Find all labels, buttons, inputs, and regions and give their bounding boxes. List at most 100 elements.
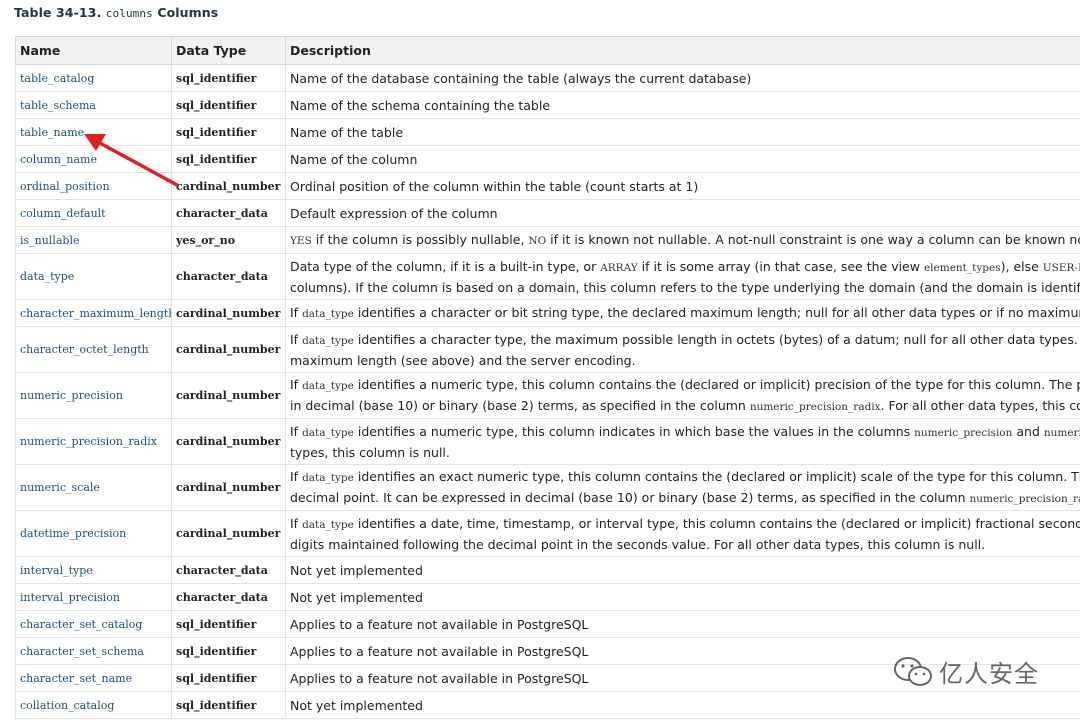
inline-code: NO — [528, 234, 547, 247]
description-cell: If data_type identifies an exact numeric… — [285, 464, 1080, 511]
description-text: columns). If the column is based on a do… — [290, 279, 1080, 295]
inline-code: numeric_ — [1043, 426, 1080, 439]
data-type-cell: sql_identifier — [171, 637, 286, 665]
column-name-cell: interval_type — [15, 556, 172, 584]
description-text: identifies a character type, the maximum… — [353, 331, 1080, 347]
column-name-cell: interval_precision — [15, 583, 172, 611]
table-row: table_schema sql_identifier Name of the sc… — [15, 91, 1080, 119]
caption-prefix: Table 34-13. — [14, 5, 102, 20]
description-line: If data_type identifies an exact numeric… — [290, 467, 1080, 488]
description-cell: If data_type identifies a numeric type, … — [285, 418, 1080, 465]
description-line: If data_type identifies a numeric type, … — [290, 375, 1080, 396]
description-line: If data_type identifies a character type… — [290, 330, 1080, 351]
table-row: character_maximum_length cardinal_number I… — [15, 299, 1080, 327]
table-row: table_catalog sql_identifier Name of the d… — [15, 64, 1080, 92]
data-type-cell: sql_identifier — [171, 664, 286, 692]
description-text: Applies to a feature not available in Po… — [290, 670, 589, 686]
inline-code: numeric_precision — [914, 426, 1013, 439]
description-text: If — [290, 468, 303, 484]
inline-code: data_type — [302, 334, 354, 347]
inline-code: USER-DEFINE — [1042, 261, 1080, 274]
description-text: identifies a character or bit string typ… — [353, 304, 1080, 320]
description-text: if it is known not nullable. A not-null … — [546, 231, 1080, 247]
column-name-cell: character_set_name — [15, 664, 172, 692]
description-line: If data_type identifies a character or b… — [290, 303, 1080, 324]
caption-code: columns — [105, 7, 153, 20]
data-type-cell: character_data — [171, 199, 286, 227]
data-type-cell: sql_identifier — [171, 64, 286, 92]
description-line: Applies to a feature not available in Po… — [290, 615, 1080, 634]
description-text: identifies an exact numeric type, this c… — [353, 468, 1080, 484]
table-row: interval_precision character_data Not yet … — [15, 583, 1080, 611]
description-text: If — [290, 423, 303, 439]
description-line: Not yet implemented — [290, 561, 1080, 580]
column-name-cell: ordinal_position — [15, 172, 172, 200]
description-cell: Not yet implemented — [285, 583, 1080, 611]
description-line: If data_type identifies a numeric type, … — [290, 422, 1080, 443]
table-row: numeric_precision cardinal_number If data_… — [15, 372, 1080, 419]
description-cell: If data_type identifies a character or b… — [285, 299, 1080, 327]
table-row: numeric_precision_radix cardinal_number If… — [15, 418, 1080, 465]
description-line: YES if the column is possibly nullable, … — [290, 230, 1080, 251]
columns-table: Name Data Type Description table_catalog… — [15, 36, 1080, 719]
description-cell: Not yet implemented — [285, 691, 1080, 719]
watermark: 亿人安全 — [893, 654, 1039, 689]
table-body: table_catalog sql_identifier Name of the d… — [15, 64, 1080, 719]
data-type-cell: cardinal_number — [171, 510, 286, 557]
description-cell: Name of the column — [285, 145, 1080, 173]
description-cell: If data_type identifies a date, time, ti… — [285, 510, 1080, 557]
description-text: types, this column is null. — [290, 444, 450, 460]
description-text: Name of the schema containing the table — [290, 97, 551, 113]
columns-table-container: Name Data Type Description table_catalog… — [15, 36, 1080, 719]
description-text: Default expression of the column — [290, 205, 498, 221]
column-name-cell: column_name — [15, 145, 172, 173]
description-text: Ordinal position of the column within th… — [290, 178, 699, 194]
table-row: ordinal_position cardinal_number Ordinal p… — [15, 172, 1080, 200]
description-line: Not yet implemented — [290, 588, 1080, 607]
data-type-cell: sql_identifier — [171, 145, 286, 173]
column-name-cell: is_nullable — [15, 226, 172, 254]
inline-code: numeric_precision_radi — [969, 492, 1080, 505]
description-text: and — [1012, 423, 1044, 439]
header-description: Description — [285, 36, 1080, 65]
description-text: If — [290, 515, 303, 531]
description-line: Data type of the column, if it is a buil… — [290, 257, 1080, 278]
description-cell: Name of the schema containing the table — [285, 91, 1080, 119]
description-text: ), else — [1000, 258, 1043, 274]
description-text: in decimal (base 10) or binary (base 2) … — [290, 397, 750, 413]
data-type-cell: character_data — [171, 253, 286, 300]
inline-code: element_types — [923, 261, 1001, 274]
description-text: if it is some array (in that case, see t… — [637, 258, 924, 274]
header-name: Name — [15, 36, 172, 65]
data-type-cell: cardinal_number — [171, 299, 286, 327]
table-row: numeric_scale cardinal_number If data_type… — [15, 464, 1080, 511]
table-row: column_default character_data Default expr… — [15, 199, 1080, 227]
data-type-cell: sql_identifier — [171, 118, 286, 146]
data-type-cell: yes_or_no — [171, 226, 286, 254]
data-type-cell: cardinal_number — [171, 326, 286, 373]
description-text: digits maintained following the decimal … — [290, 536, 986, 552]
column-name-cell: character_set_catalog — [15, 610, 172, 638]
description-cell: If data_type identifies a character type… — [285, 326, 1080, 373]
column-name-cell: numeric_precision_radix — [15, 418, 172, 465]
description-text: decimal point. It can be expressed in de… — [290, 489, 970, 505]
description-text: Data type of the column, if it is a buil… — [290, 258, 601, 274]
inline-code: ARRAY — [600, 261, 638, 274]
description-cell: Data type of the column, if it is a buil… — [285, 253, 1080, 300]
description-cell: YES if the column is possibly nullable, … — [285, 226, 1080, 254]
table-row: is_nullable yes_or_no YES if the column is… — [15, 226, 1080, 254]
table-row: character_octet_length cardinal_number If … — [15, 326, 1080, 373]
description-line: Name of the schema containing the table — [290, 96, 1080, 115]
wechat-logo-icon — [894, 656, 932, 686]
table-caption: Table 34-13. columns Columns — [14, 5, 218, 20]
column-name-cell: numeric_scale — [15, 464, 172, 511]
description-line: Name of the column — [290, 150, 1080, 169]
table-header-row: Name Data Type Description — [15, 36, 1080, 65]
column-name-cell: numeric_precision — [15, 372, 172, 419]
description-text: Not yet implemented — [290, 589, 423, 605]
data-type-cell: cardinal_number — [171, 464, 286, 511]
description-line: Default expression of the column — [290, 204, 1080, 223]
data-type-cell: sql_identifier — [171, 610, 286, 638]
inline-code: data_type — [302, 307, 354, 320]
description-text: identifies a numeric type, this column i… — [353, 423, 915, 439]
